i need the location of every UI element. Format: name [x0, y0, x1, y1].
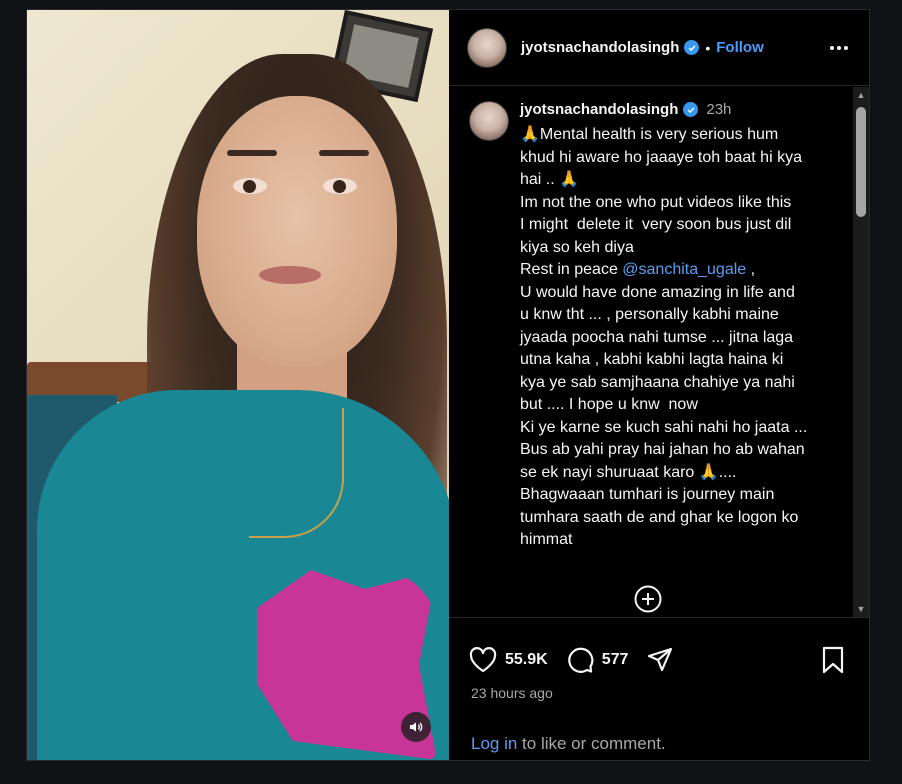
- caption-line: Bus ab yahi pray hai jahan ho ab wahan: [520, 441, 805, 458]
- bookmark-icon[interactable]: [817, 644, 849, 676]
- caption-line: kya ye sab samjhaana chahiye ya nahi: [520, 373, 795, 391]
- caption-line: Rest in peace @sanchita_ugale ,: [520, 259, 838, 282]
- verified-badge-icon: [684, 40, 700, 55]
- caption-line: khud hi aware ho jaaaye toh baat hi kya: [520, 148, 802, 166]
- caption-line-text: Rest in peace: [520, 261, 623, 278]
- caption-text: 🙏Mental health is very serious hum khud …: [520, 124, 838, 552]
- speaker-icon[interactable]: [401, 712, 431, 742]
- caption-header: jyotsnachandolasingh 23h: [520, 101, 731, 118]
- left-eyebrow: [227, 150, 277, 156]
- share-icon[interactable]: [644, 644, 676, 676]
- comment-icon[interactable]: [564, 644, 596, 676]
- heart-icon[interactable]: [467, 644, 499, 676]
- post-video[interactable]: [27, 10, 449, 760]
- left-eye: [233, 178, 267, 194]
- avatar[interactable]: [469, 101, 509, 141]
- post-details-panel: jyotsnachandolasingh • Follow jyotsnacha…: [449, 10, 869, 760]
- mouth: [259, 266, 321, 284]
- caption-line: u knw tht ... , personally kabhi maine: [520, 306, 779, 323]
- caption-section: jyotsnachandolasingh 23h 🙏Mental health …: [449, 87, 869, 617]
- caption-line: U would have done amazing in life and: [520, 283, 795, 301]
- login-prompt-text: to like or comment.: [517, 734, 666, 753]
- login-link[interactable]: Log in: [471, 734, 517, 753]
- avatar[interactable]: [467, 27, 507, 68]
- verified-badge-icon: [683, 102, 699, 117]
- login-prompt: Log in to like or comment.: [471, 734, 666, 754]
- action-row: 55.9K 577: [467, 644, 676, 676]
- caption-line: Ki ye karne se kuch sahi nahi ho jaata .…: [520, 418, 808, 436]
- caption-line: se ek nayi shuruaat karo 🙏....: [520, 463, 737, 481]
- separator-dot: •: [705, 39, 711, 56]
- header-username[interactable]: jyotsnachandolasingh: [521, 39, 679, 56]
- caption-scrollbar[interactable]: ▲ ▼: [853, 87, 869, 617]
- caption-line: Im not the one who put videos like this: [520, 193, 792, 211]
- caption-line: kiya so keh diya: [520, 238, 634, 256]
- caption-line: himmat: [520, 531, 573, 548]
- caption-line: 🙏Mental health is very serious hum: [520, 126, 779, 143]
- more-options-icon[interactable]: [827, 36, 851, 60]
- like-count[interactable]: 55.9K: [505, 651, 548, 669]
- caption-line: jyaada poocha nahi tumse ... jitna laga: [520, 328, 794, 346]
- post-header: jyotsnachandolasingh • Follow: [449, 10, 869, 86]
- caption-line: Bhagwaaan tumhari is journey main: [520, 486, 775, 503]
- right-eye: [323, 178, 357, 194]
- caption-line-text: ,: [746, 261, 756, 278]
- scroll-up-icon[interactable]: ▲: [853, 87, 869, 103]
- caption-username[interactable]: jyotsnachandolasingh: [520, 101, 678, 118]
- follow-button[interactable]: Follow: [716, 39, 764, 56]
- caption-line: utna kaha , kabhi kabhi lagta haina ki: [520, 351, 784, 368]
- post-timestamp: 23 hours ago: [471, 685, 553, 701]
- mention-link[interactable]: @sanchita_ugale: [622, 261, 746, 278]
- add-circle-icon[interactable]: [633, 584, 663, 614]
- caption-line: but .... I hope u knw now: [520, 396, 698, 413]
- right-eyebrow: [319, 150, 369, 156]
- caption-line: I might delete it very soon bus just dil: [520, 216, 792, 233]
- person-face: [197, 96, 397, 366]
- post-modal: jyotsnachandolasingh • Follow jyotsnacha…: [26, 9, 870, 761]
- scrollbar-thumb[interactable]: [856, 107, 866, 217]
- scroll-down-icon[interactable]: ▼: [853, 601, 869, 617]
- caption-line: tumhara saath de and ghar ke logon ko: [520, 508, 799, 526]
- comment-count[interactable]: 577: [602, 651, 629, 669]
- post-time: 23h: [706, 101, 732, 118]
- post-actions: 55.9K 577 23 hours ago Log in to like or…: [449, 617, 869, 760]
- caption-line: hai .. 🙏: [520, 171, 580, 188]
